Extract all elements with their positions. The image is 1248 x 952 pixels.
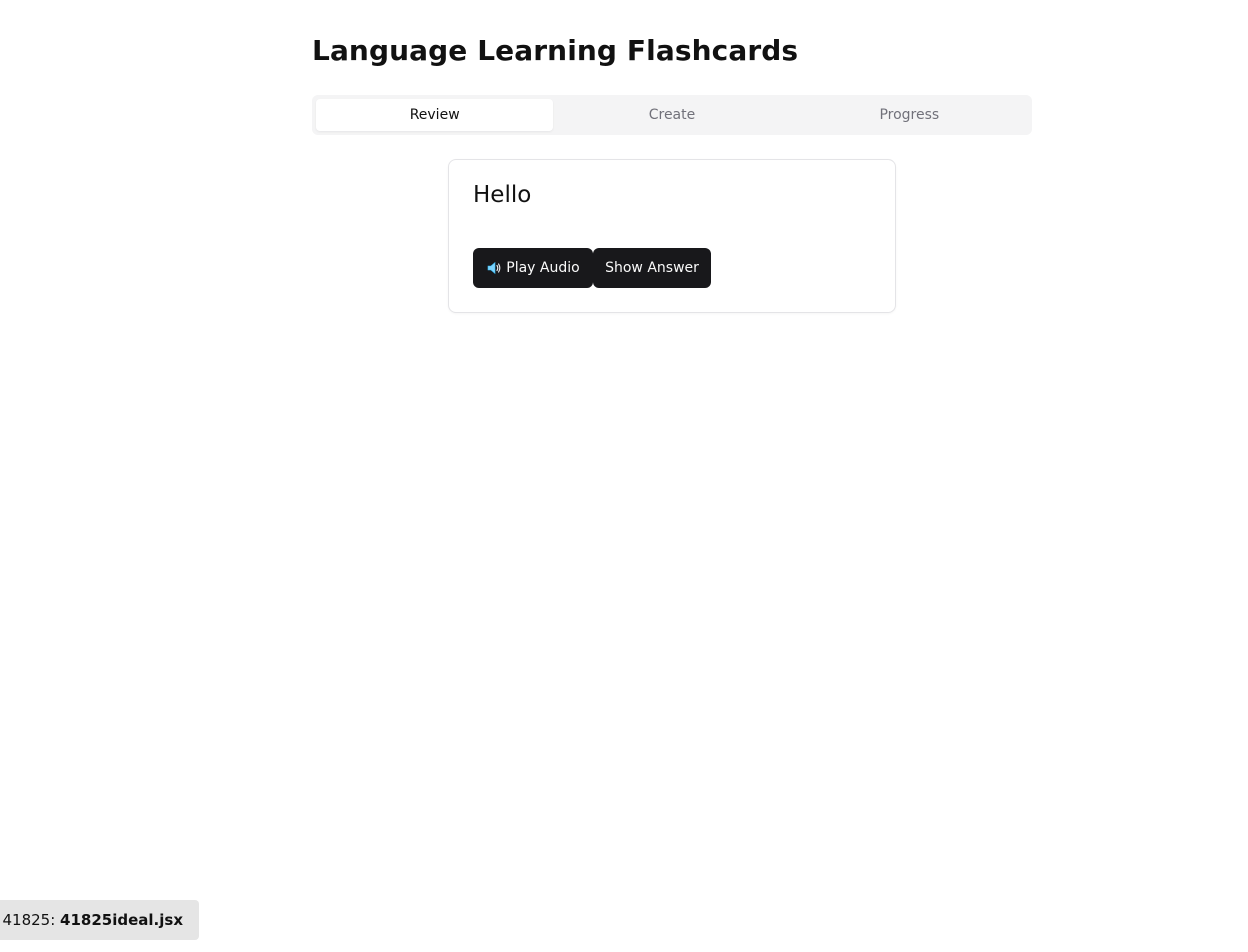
tab-progress[interactable]: Progress [791, 99, 1028, 131]
page-title: Language Learning Flashcards [312, 34, 799, 67]
play-audio-label: Play Audio [506, 260, 580, 276]
task-file-badge: Task 41825: 41825ideal.jsx [0, 900, 199, 940]
flashcard: Hello Play Audio Show Answer [448, 159, 896, 313]
page: Language Learning Flashcards Review Crea… [0, 0, 1248, 952]
flashcard-word: Hello [473, 182, 532, 208]
task-label: Task 41825: [0, 911, 56, 929]
tab-review[interactable]: Review [316, 99, 554, 131]
tab-create[interactable]: Create [553, 99, 790, 131]
play-audio-button[interactable]: Play Audio [473, 248, 593, 288]
show-answer-button[interactable]: Show Answer [593, 248, 711, 288]
flashcard-actions: Play Audio Show Answer [473, 248, 711, 288]
speaker-icon [486, 260, 502, 276]
file-name: 41825ideal.jsx [60, 911, 183, 929]
tab-bar: Review Create Progress [312, 95, 1032, 135]
